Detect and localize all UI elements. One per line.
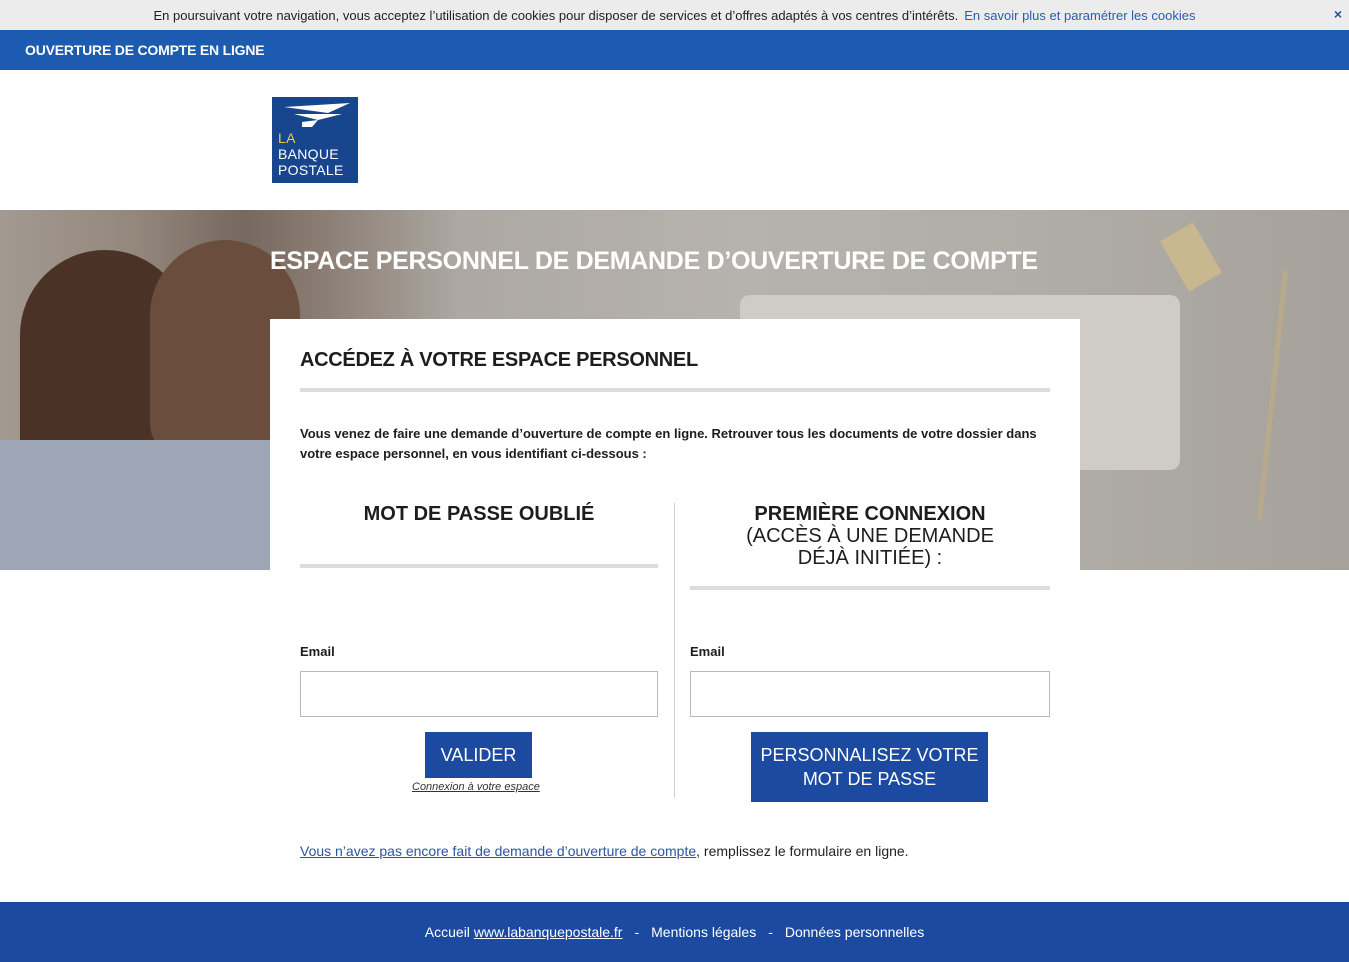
first-connection-title-text: PREMIÈRE CONNEXION	[754, 503, 986, 525]
right-email-input[interactable]	[690, 671, 1050, 717]
footer-mentions-link[interactable]: Mentions légales	[651, 924, 756, 940]
footer-separator: -	[768, 924, 773, 940]
cookie-text: En poursuivant votre navigation, vous ac…	[153, 7, 959, 23]
top-bar: OUVERTURE DE COMPTE EN LIGNE	[0, 30, 1349, 70]
footer-personal-data-link[interactable]: Données personnelles	[785, 924, 924, 940]
hero-lamp-head	[1160, 222, 1222, 292]
bottom-text-suffix: , remplissez le formulaire en ligne.	[696, 843, 909, 859]
left-title-divider	[300, 564, 658, 568]
top-bar-title[interactable]: OUVERTURE DE COMPTE EN LIGNE	[25, 42, 265, 58]
forgot-password-title-text: MOT DE PASSE OUBLIÉ	[363, 503, 595, 525]
first-connection-title: PREMIÈRE CONNEXION (ACCÈS À UNE DEMANDE …	[690, 503, 1050, 569]
footer: Accueil www.labanquepostale.fr - Mention…	[0, 902, 1349, 962]
forgot-password-title: MOT DE PASSE OUBLIÉ	[300, 503, 658, 525]
new-application-link[interactable]: Vous n’avez pas encore fait de demande d…	[300, 843, 696, 859]
card-title: ACCÉDEZ À VOTRE ESPACE PERSONNEL	[300, 349, 698, 371]
close-icon[interactable]: ×	[1331, 6, 1345, 22]
logo-text: LA BANQUE POSTALE	[278, 130, 344, 178]
hero-shirt	[0, 440, 270, 570]
bottom-text: Vous n’avez pas encore fait de demande d…	[300, 843, 909, 859]
personalize-button-line-1: PERSONNALISEZ VOTRE	[760, 745, 979, 765]
footer-site-link[interactable]: www.labanquepostale.fr	[474, 924, 623, 940]
personalize-password-button[interactable]: PERSONNALISEZ VOTRE MOT DE PASSE	[751, 732, 988, 802]
first-connection-subtitle-2: DÉJÀ INITIÉE) :	[797, 547, 943, 569]
logo-line-banque: BANQUE	[278, 146, 339, 162]
left-email-input[interactable]	[300, 671, 658, 717]
column-divider	[674, 503, 675, 798]
hero-lamp	[1256, 270, 1289, 520]
cookie-banner: En poursuivant votre navigation, vous ac…	[0, 0, 1349, 30]
right-email-label: Email	[690, 644, 725, 659]
title-divider	[300, 388, 1050, 392]
cookie-settings-link[interactable]: En savoir plus et paramétrer les cookies	[964, 8, 1195, 23]
footer-accueil: Accueil	[424, 924, 470, 940]
login-card: ACCÉDEZ À VOTRE ESPACE PERSONNEL Vous ve…	[270, 319, 1080, 902]
logo-line-la: LA	[278, 130, 296, 146]
first-connection-subtitle-1: (ACCÈS À UNE DEMANDE	[746, 525, 994, 547]
personalize-button-line-2: MOT DE PASSE	[802, 769, 937, 789]
login-link[interactable]: Connexion à votre espace	[412, 781, 540, 793]
hero-title: ESPACE PERSONNEL DE DEMANDE D’OUVERTURE …	[270, 247, 1038, 275]
right-title-divider	[690, 586, 1050, 590]
logo-line-postale: POSTALE	[278, 162, 344, 178]
footer-separator: -	[634, 924, 640, 940]
intro-text: Vous venez de faire une demande d’ouvert…	[300, 426, 1037, 461]
left-email-label: Email	[300, 644, 335, 659]
bank-logo[interactable]: LA BANQUE POSTALE	[272, 97, 358, 183]
validate-button[interactable]: VALIDER	[425, 732, 532, 778]
